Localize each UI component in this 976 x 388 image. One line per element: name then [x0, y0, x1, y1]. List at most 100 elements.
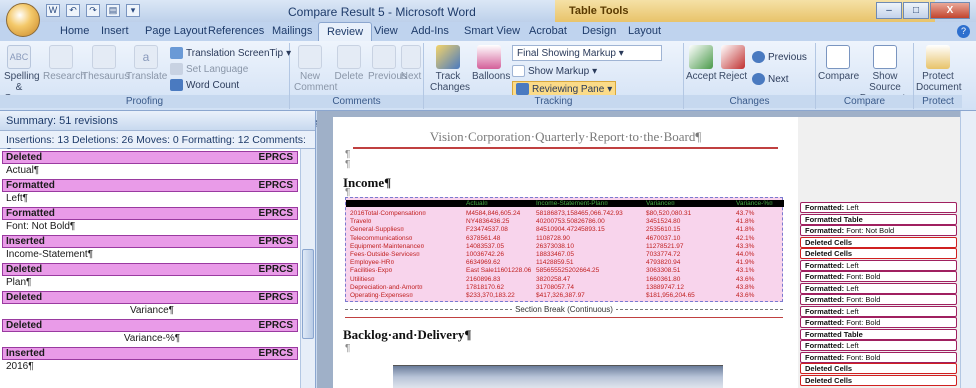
thesaurus-button[interactable]: Thesaurus [82, 45, 129, 82]
markup-balloon[interactable]: Deleted Cells [800, 248, 957, 259]
next-change-button[interactable]: Next [752, 73, 789, 85]
balloon-label: Formatted: [805, 203, 845, 212]
markup-balloon[interactable]: Formatted: Left [800, 282, 957, 294]
markup-balloon[interactable]: Formatted: Font: Bold [800, 294, 957, 305]
set-language-button[interactable]: Set Language [170, 63, 248, 75]
pane-scrollbar[interactable] [300, 149, 315, 388]
revision-item[interactable]: Formatted EPRCS Left¶ [2, 179, 298, 206]
pilcrow: ¶ [345, 343, 351, 354]
tab-review[interactable]: Review [318, 22, 373, 42]
research-button[interactable]: Research [43, 45, 86, 82]
table-cell: 18833467.05 [536, 251, 574, 258]
tab-page-layout[interactable]: Page Layout [145, 25, 207, 37]
reject-button[interactable]: Reject [718, 45, 748, 82]
tab-layout[interactable]: Layout [628, 25, 661, 37]
table-cell: M4584,846,605.24 [466, 210, 521, 217]
tab-view[interactable]: View [374, 25, 398, 37]
translation-screentip-button[interactable]: Translation ScreenTip ▾ [170, 47, 291, 59]
tab-insert[interactable]: Insert [101, 25, 129, 37]
undo-icon[interactable]: ↶ [66, 4, 80, 17]
table-cell: $80,520,080.31 [646, 210, 692, 217]
tab-smart-view[interactable]: Smart View [464, 25, 520, 37]
accept-button[interactable]: Accept [686, 45, 717, 82]
revision-item[interactable]: Inserted EPRCS 2016¶ [2, 347, 298, 374]
compare-button[interactable]: Compare [818, 45, 859, 82]
markup-balloon[interactable]: Formatted Table [800, 328, 957, 340]
revision-item[interactable]: Deleted EPRCS Plan¶ [2, 263, 298, 290]
markup-balloon[interactable]: Formatted: Left [800, 202, 957, 213]
balloon-label: Formatted: [805, 318, 845, 327]
word-count-button[interactable]: Word Count [170, 79, 239, 91]
markup-balloon[interactable]: Formatted: Left [800, 340, 957, 351]
balloons-button[interactable]: Balloons [472, 45, 510, 82]
customize-qat-icon[interactable]: ▾ [126, 4, 140, 17]
ribbon-tabs: Home Insert Page Layout References Maili… [0, 22, 976, 42]
print-icon[interactable]: ▤ [106, 4, 120, 17]
pilcrow: ¶ [345, 159, 351, 170]
table-cell: Telecommunications¤ [350, 234, 413, 242]
revision-item[interactable]: Inserted EPRCS Income-Statement¶ [2, 235, 298, 262]
markup-balloon[interactable]: Formatted: Left [800, 305, 957, 317]
table-row: Equipment·Maintenance¤ 14083537.05 2637303… [346, 243, 784, 250]
minimize-button[interactable]: – [876, 2, 902, 19]
markup-balloon[interactable]: Deleted Cells [800, 236, 957, 248]
balloon-label: Formatted Table [805, 214, 863, 224]
redo-icon[interactable]: ↷ [86, 4, 100, 17]
tab-mailings[interactable]: Mailings [272, 25, 312, 37]
markup-balloon[interactable]: Deleted Cells [800, 374, 957, 386]
markup-balloon[interactable]: Formatted: Font: Bold [800, 271, 957, 282]
display-for-review-dropdown[interactable]: Final Showing Markup ▾ [512, 45, 662, 61]
table-cell: 41.9% [736, 259, 755, 267]
markup-balloon[interactable]: Formatted: Font: Not Bold [800, 225, 957, 236]
table-cell: 84510904.47245893.15 [536, 226, 605, 234]
balloon-label: Formatted Table [805, 329, 863, 339]
table-cell: 58186873,158465,066.742.93 [536, 210, 623, 217]
previous-comment-button[interactable]: Previous [368, 45, 407, 82]
document-scrollbar[interactable] [960, 111, 976, 388]
protect-document-button[interactable]: Protect Document [916, 45, 962, 93]
tab-acrobat[interactable]: Acrobat [529, 25, 567, 37]
balloon-label: Formatted: [805, 341, 845, 350]
maximize-button[interactable]: □ [903, 2, 929, 19]
show-markup-button[interactable]: Show Markup ▾ [512, 65, 597, 77]
revision-item[interactable]: Deleted EPRCS Actual¶ [2, 151, 298, 178]
balloon-label: Formatted: [805, 306, 845, 316]
balloon-label: Formatted: [805, 226, 845, 235]
tab-design[interactable]: Design [582, 25, 616, 37]
word-icon[interactable]: W [46, 4, 60, 17]
tab-home[interactable]: Home [60, 25, 89, 37]
translate-button[interactable]: a Translate [126, 45, 167, 82]
new-comment-button[interactable]: New Comment [294, 45, 337, 93]
research-icon [49, 45, 73, 69]
document-image[interactable] [393, 365, 723, 388]
markup-balloon[interactable]: Formatted Table [800, 213, 957, 225]
delete-comment-button[interactable]: Delete [334, 45, 364, 82]
tab-add-ins[interactable]: Add-Ins [411, 25, 449, 37]
revision-item[interactable]: Deleted EPRCS Variance¶ [2, 291, 298, 318]
markup-balloon[interactable]: Deleted Cells [800, 363, 957, 374]
changes-label: Changes [684, 95, 815, 108]
comments-label: Comments [290, 95, 423, 108]
markup-balloon[interactable]: Formatted: Left [800, 259, 957, 271]
tracking-group: Track Changes Balloons Final Showing Mar… [424, 43, 684, 109]
income-table[interactable]: Actual¤ Income-Statement-Plan¤ Variance¤ Va… [345, 197, 784, 302]
next-comment-button[interactable]: Next [400, 45, 422, 82]
help-icon[interactable]: ? [957, 25, 970, 38]
document-page[interactable]: Vision·Corporation·Quarterly·Report·to·t… [333, 117, 798, 388]
markup-balloon[interactable]: Formatted: Font: Bold [800, 317, 957, 328]
pane-scroll-thumb[interactable] [302, 249, 314, 339]
balloon-detail: Font: Bold [844, 295, 881, 304]
revision-item[interactable]: Formatted EPRCS Font: Not Bold¶ [2, 207, 298, 234]
previous-change-button[interactable]: Previous [752, 51, 807, 63]
markup-balloon[interactable]: Formatted: Font: Bold [800, 351, 957, 363]
close-button[interactable]: X [930, 2, 970, 19]
table-cell: 585655525202664.25 [536, 267, 600, 275]
track-changes-icon [436, 45, 460, 69]
track-changes-button[interactable]: Track Changes [430, 45, 470, 93]
table-row: General·Supplies¤ F23474537.08 84510904.47… [346, 226, 784, 233]
revision-item[interactable]: Deleted EPRCS Variance-%¶ [2, 319, 298, 346]
balloon-detail: Font: Not Bold [844, 226, 895, 235]
table-row: Depreciation·and·Amort¤ 17818170.62 317080… [346, 284, 784, 291]
tab-references[interactable]: References [208, 25, 264, 37]
office-button[interactable] [6, 3, 40, 37]
